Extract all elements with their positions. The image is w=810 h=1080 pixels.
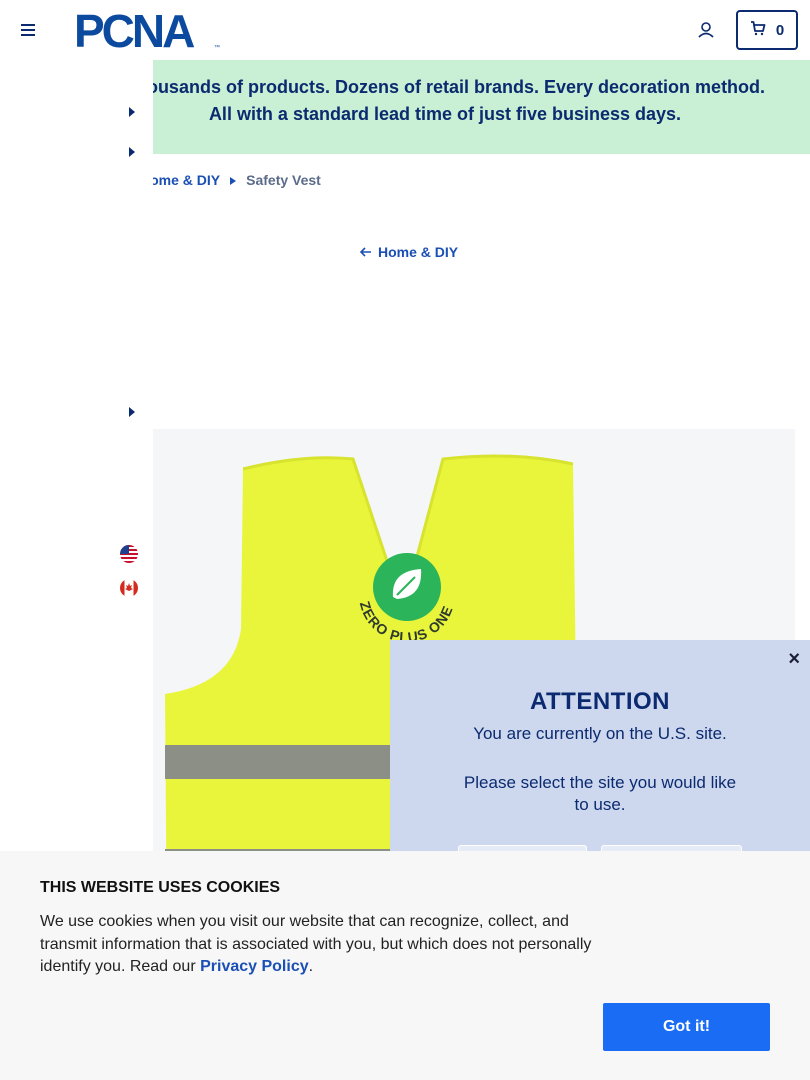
cookie-banner: THIS WEBSITE USES COOKIES We use cookies…	[0, 851, 810, 1080]
caret-right-icon[interactable]	[127, 406, 137, 418]
cookie-text-end: .	[308, 958, 314, 975]
logo-text: PCNA	[74, 8, 194, 52]
cart-icon	[750, 20, 766, 41]
close-icon[interactable]: ×	[788, 648, 800, 671]
us-flag-icon[interactable]	[120, 545, 138, 563]
privacy-policy-link[interactable]: Privacy Policy	[200, 958, 309, 975]
account-icon[interactable]	[694, 18, 718, 42]
cookie-text-body: We use cookies when you visit our websit…	[40, 913, 592, 975]
cart-count: 0	[775, 21, 785, 39]
site-header: PCNA ™ 0	[0, 0, 810, 60]
breadcrumb: Home & DIY Safety Vest	[140, 172, 321, 188]
back-link-label: Home & DIY	[378, 244, 459, 260]
modal-current-site-text: You are currently on the U.S. site.	[473, 724, 727, 743]
canada-flag-icon[interactable]	[120, 579, 138, 597]
cart-button[interactable]: 0	[736, 10, 798, 50]
menu-icon[interactable]	[18, 20, 38, 40]
cookie-text: We use cookies when you visit our websit…	[40, 911, 610, 979]
breadcrumb-current: Safety Vest	[246, 172, 321, 188]
caret-right-icon[interactable]	[127, 106, 137, 118]
cookie-title: THIS WEBSITE USES COOKIES	[40, 879, 281, 896]
pcna-logo[interactable]: PCNA ™	[74, 5, 226, 57]
modal-select-site-text: Please select the site you would like to…	[463, 773, 737, 814]
modal-title: ATTENTION	[529, 688, 671, 715]
arrow-left-icon	[359, 244, 372, 260]
caret-right-icon[interactable]	[127, 146, 137, 158]
cookie-accept-button[interactable]: Got it!	[603, 1003, 770, 1051]
breadcrumb-chevron-icon	[230, 172, 237, 188]
back-link[interactable]: Home & DIY	[359, 244, 459, 260]
svg-text:™: ™	[214, 44, 220, 51]
